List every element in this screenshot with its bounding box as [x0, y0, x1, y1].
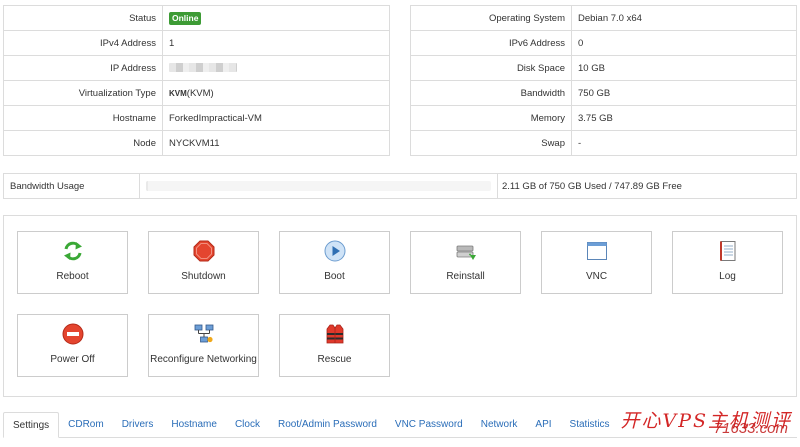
log-document-icon: [717, 240, 739, 262]
swap-row: Swap -: [410, 130, 797, 156]
bandwidth-progress-fill: [146, 181, 148, 191]
hostname-value: ForkedImpractical-VM: [162, 105, 390, 131]
power-off-label: Power Off: [50, 354, 95, 365]
swap-value: -: [571, 130, 797, 156]
server-info-left-table: Status Online IPv4 Address 1 IP Address …: [3, 5, 390, 156]
reboot-label: Reboot: [56, 271, 89, 282]
tab-clock[interactable]: Clock: [226, 411, 269, 437]
refresh-icon: [62, 240, 84, 262]
bandwidth-value: 750 GB: [571, 80, 797, 106]
tab-statistics[interactable]: Statistics: [561, 411, 619, 437]
tab-drivers[interactable]: Drivers: [113, 411, 163, 437]
memory-label: Memory: [410, 105, 572, 131]
status-row: Status Online: [3, 5, 390, 31]
shutdown-button[interactable]: Shutdown: [148, 231, 259, 294]
ipv4-label: IPv4 Address: [3, 30, 163, 56]
ipv6-value: 0: [571, 30, 797, 56]
reconfigure-networking-button[interactable]: Reconfigure Networking: [148, 314, 259, 377]
tab-vnc-password[interactable]: VNC Password: [386, 411, 472, 437]
no-entry-icon: [62, 323, 84, 345]
bandwidth-progress-bar: [146, 181, 491, 191]
life-vest-icon: [324, 323, 346, 345]
memory-value: 3.75 GB: [571, 105, 797, 131]
virtualization-label: Virtualization Type: [3, 80, 163, 106]
status-badge: Online: [169, 11, 202, 25]
action-panel: Reboot Shutdown Boot Reinstall VNC Log P…: [3, 215, 797, 397]
node-value: NYCKVM11: [162, 130, 390, 156]
virtualization-value: (KVM): [186, 87, 214, 99]
node-row: Node NYCKVM11: [3, 130, 390, 156]
tab-settings[interactable]: Settings: [3, 412, 60, 438]
play-icon: [324, 240, 346, 262]
settings-tabs: Settings CDRom Drivers Hostname Clock Ro…: [3, 410, 797, 438]
ipv6-label: IPv6 Address: [410, 30, 572, 56]
bandwidth-usage-summary: 2.11 GB of 750 GB Used / 747.89 GB Free: [502, 180, 682, 192]
node-label: Node: [3, 130, 163, 156]
ipv4-row: IPv4 Address 1: [3, 30, 390, 56]
reboot-button[interactable]: Reboot: [17, 231, 128, 294]
hostname-label: Hostname: [3, 105, 163, 131]
memory-row: Memory 3.75 GB: [410, 105, 797, 131]
window-icon: [586, 240, 608, 262]
os-label: Operating System: [410, 5, 572, 31]
boot-label: Boot: [324, 271, 345, 282]
bandwidth-usage-row: Bandwidth Usage 2.11 GB of 750 GB Used /…: [3, 173, 797, 199]
network-icon: [193, 323, 215, 345]
log-button[interactable]: Log: [672, 231, 783, 294]
ip-address-redacted: [169, 63, 237, 73]
reinstall-button[interactable]: Reinstall: [410, 231, 521, 294]
ip-label: IP Address: [3, 55, 163, 81]
reinstall-label: Reinstall: [446, 271, 485, 282]
server-info-right-table: Operating System Debian 7.0 x64 IPv6 Add…: [410, 5, 797, 156]
disk-label: Disk Space: [410, 55, 572, 81]
bandwidth-usage-label: Bandwidth Usage: [4, 174, 140, 198]
tab-cdrom[interactable]: CDRom: [59, 411, 113, 437]
hostname-row: Hostname ForkedImpractical-VM: [3, 105, 390, 131]
disk-value: 10 GB: [571, 55, 797, 81]
bandwidth-label: Bandwidth: [410, 80, 572, 106]
tab-api[interactable]: API: [526, 411, 560, 437]
tab-hostname[interactable]: Hostname: [162, 411, 226, 437]
os-row: Operating System Debian 7.0 x64: [410, 5, 797, 31]
rescue-label: Rescue: [317, 354, 352, 365]
shutdown-label: Shutdown: [181, 271, 226, 282]
ip-row: IP Address: [3, 55, 390, 81]
virtualization-prefix: KVM: [169, 88, 187, 98]
virtualization-row: Virtualization Type KVM(KVM): [3, 80, 390, 106]
swap-label: Swap: [410, 130, 572, 156]
tab-network[interactable]: Network: [472, 411, 527, 437]
disk-row: Disk Space 10 GB: [410, 55, 797, 81]
os-value: Debian 7.0 x64: [571, 5, 797, 31]
ipv4-value: 1: [162, 30, 390, 56]
vnc-label: VNC: [585, 271, 608, 282]
tab-root-admin-password[interactable]: Root/Admin Password: [269, 411, 386, 437]
power-off-button[interactable]: Power Off: [17, 314, 128, 377]
status-label: Status: [3, 5, 163, 31]
log-label: Log: [719, 271, 736, 282]
drive-icon: [455, 240, 477, 262]
ipv6-row: IPv6 Address 0: [410, 30, 797, 56]
reconfigure-networking-label: Reconfigure Networking: [150, 354, 257, 365]
stop-sign-icon: [193, 240, 215, 262]
bandwidth-row: Bandwidth 750 GB: [410, 80, 797, 106]
vnc-button[interactable]: VNC: [541, 231, 652, 294]
rescue-button[interactable]: Rescue: [279, 314, 390, 377]
boot-button[interactable]: Boot: [279, 231, 390, 294]
